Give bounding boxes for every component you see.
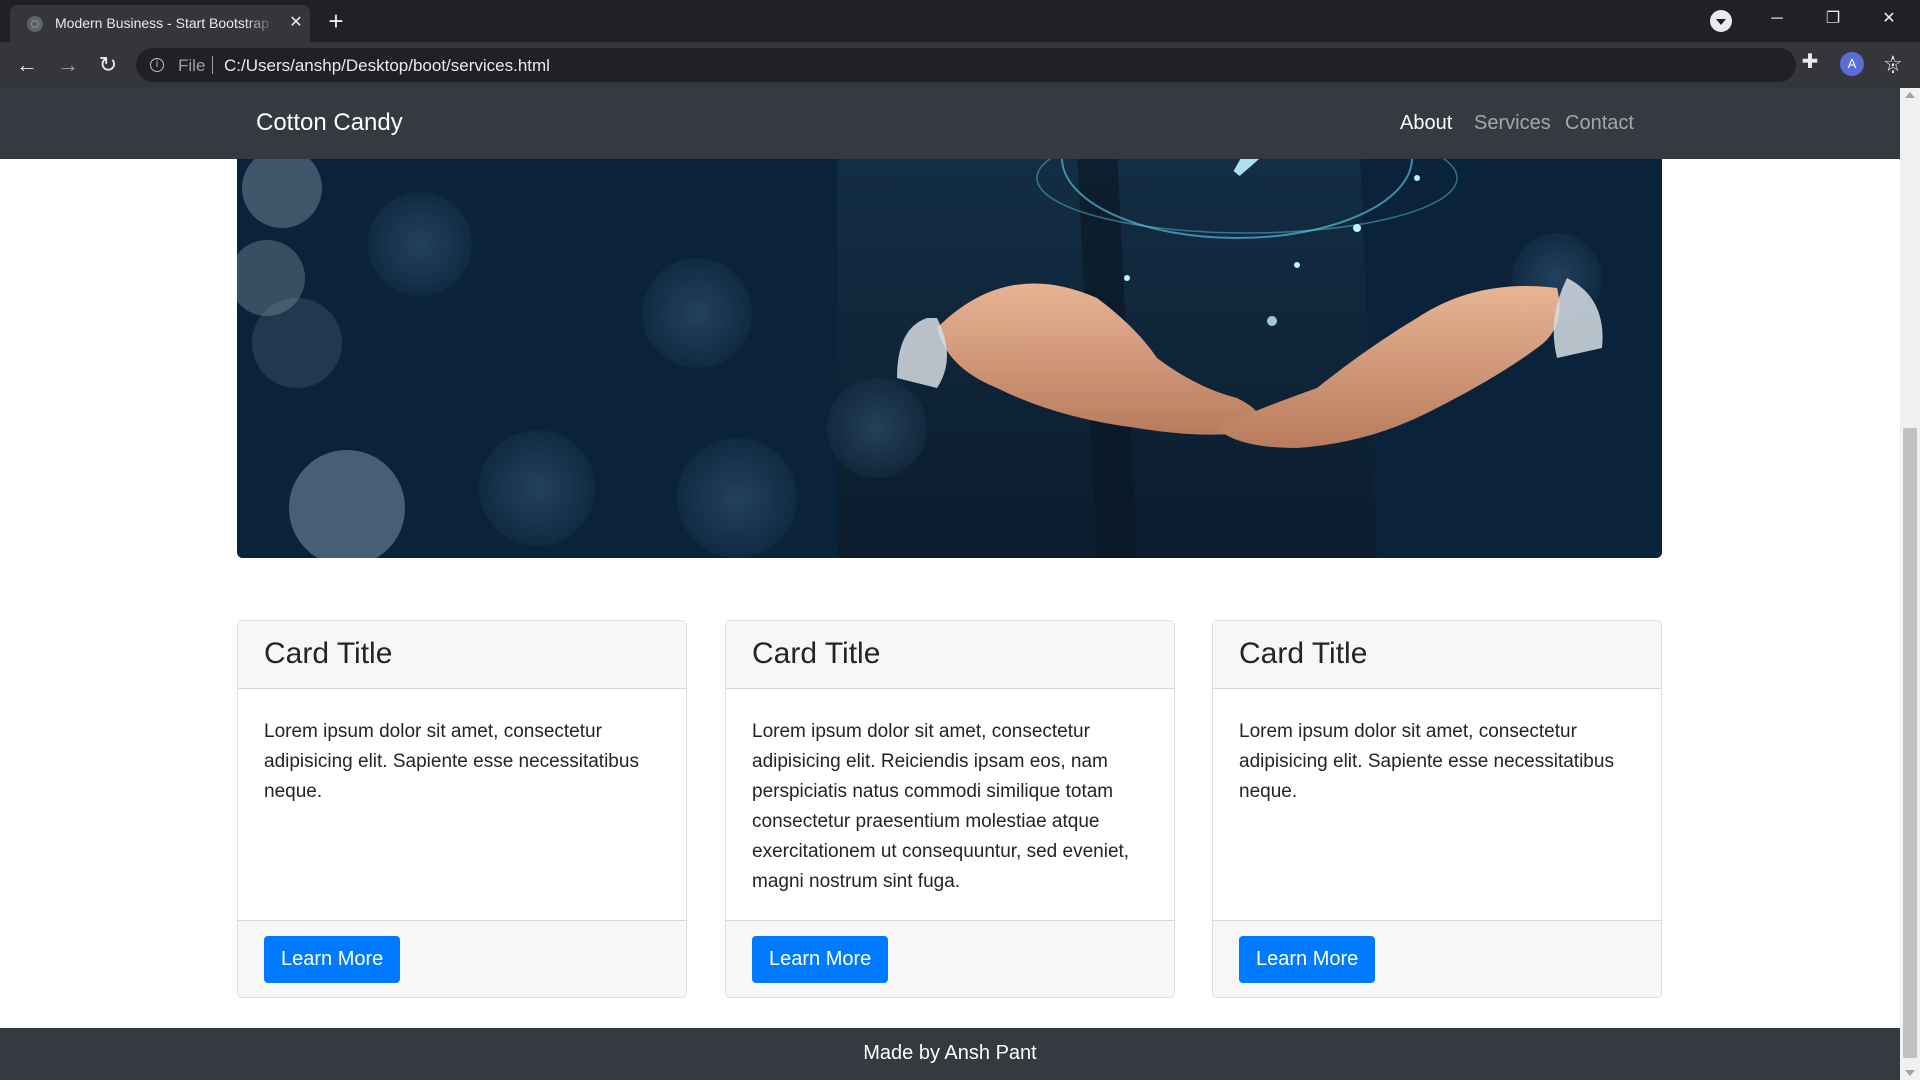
card-text: Lorem ipsum dolor sit amet, consectetur … (1239, 721, 1614, 802)
url-separator (212, 56, 213, 74)
url-text[interactable]: C:/Users/anshp/Desktop/boot/services.htm… (224, 56, 550, 76)
browser-toolbar: ← → ↻ i File C:/Users/anshp/Desktop/boot… (0, 42, 1920, 88)
reload-icon[interactable]: ↻ (93, 50, 123, 80)
service-card: Card Title Lorem ipsum dolor sit amet, c… (725, 620, 1175, 998)
url-scheme: File (178, 56, 206, 75)
card-text: Lorem ipsum dolor sit amet, consectetur … (752, 721, 1130, 892)
card-footer: Learn More (1213, 920, 1661, 997)
learn-more-button[interactable]: Learn More (1239, 936, 1376, 983)
close-tab-icon[interactable]: ✕ (286, 13, 306, 33)
learn-more-button[interactable]: Learn More (264, 936, 401, 983)
page-viewport: Cotton Candy About Services Contact Card… (0, 88, 1900, 1080)
scrollbar-thumb[interactable] (1903, 428, 1917, 1058)
card-footer: Learn More (238, 920, 686, 997)
browser-menu-icon[interactable]: ⋮ (1881, 52, 1905, 76)
scroll-up-arrow-icon[interactable] (1905, 92, 1915, 98)
forward-arrow-icon[interactable]: → (53, 50, 83, 80)
card-header: Card Title (726, 621, 1174, 689)
close-window-button[interactable]: ✕ (1866, 2, 1912, 36)
address-bar[interactable]: i File C:/Users/anshp/Desktop/boot/servi… (136, 48, 1903, 82)
card-footer: Learn More (726, 920, 1174, 997)
brand-logo[interactable]: Cotton Candy (256, 109, 403, 137)
nav-link-contact[interactable]: Contact (1565, 112, 1634, 135)
globe-icon (27, 16, 43, 32)
page-scrollbar[interactable] (1900, 88, 1920, 1080)
profile-avatar[interactable]: A (1840, 52, 1864, 76)
nav-link-services[interactable]: Services (1474, 112, 1551, 135)
card-text: Lorem ipsum dolor sit amet, consectetur … (264, 721, 639, 802)
browser-tab-strip: Modern Business - Start Bootstrap ✕ + ─ … (0, 0, 1920, 42)
card-header: Card Title (1213, 621, 1661, 689)
tab-search-icon[interactable] (1710, 10, 1732, 32)
learn-more-button[interactable]: Learn More (752, 936, 889, 983)
card-title: Card Title (264, 637, 393, 670)
site-footer: Made by Ansh Pant (0, 1028, 1900, 1080)
minimize-button[interactable]: ─ (1754, 2, 1800, 36)
info-icon[interactable]: i (150, 58, 164, 72)
back-arrow-icon[interactable]: ← (12, 50, 42, 80)
service-card: Card Title Lorem ipsum dolor sit amet, c… (1212, 620, 1662, 998)
tab-title: Modern Business - Start Bootstrap (55, 15, 269, 31)
nav-link-about[interactable]: About (1400, 112, 1452, 135)
scroll-down-arrow-icon[interactable] (1905, 1070, 1915, 1076)
footer-text: Made by Ansh Pant (863, 1042, 1037, 1064)
extensions-puzzle-icon[interactable]: ✚ (1798, 49, 1822, 73)
service-card: Card Title Lorem ipsum dolor sit amet, c… (237, 620, 687, 998)
card-title: Card Title (752, 637, 881, 670)
card-header: Card Title (238, 621, 686, 689)
card-title: Card Title (1239, 637, 1368, 670)
browser-tab[interactable]: Modern Business - Start Bootstrap ✕ (10, 5, 310, 42)
site-navbar: Cotton Candy About Services Contact (0, 88, 1900, 159)
maximize-button[interactable]: ❐ (1810, 2, 1856, 36)
new-tab-button[interactable]: + (322, 7, 350, 35)
